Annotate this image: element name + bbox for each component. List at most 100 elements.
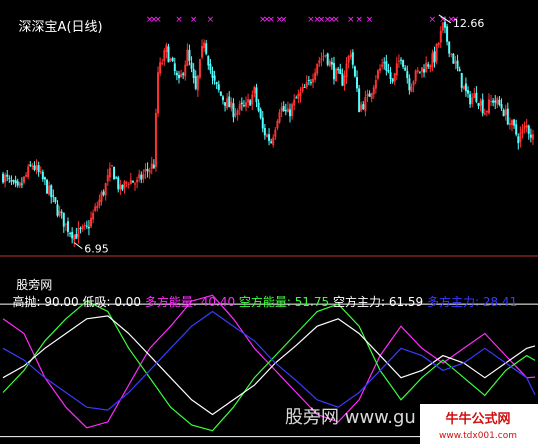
candle-body (240, 102, 243, 105)
signal-marker: × (429, 15, 437, 25)
watermark-center-text: 股旁网 www.gu (285, 407, 416, 428)
legend-long-energy: 多方能量: 40.40 (141, 295, 236, 309)
candle-body (303, 86, 306, 88)
candle-body (425, 62, 428, 73)
candle-body (324, 55, 327, 57)
candle-body (161, 62, 164, 64)
candle-body (37, 165, 40, 173)
candle-body (33, 165, 36, 170)
candle-body (515, 124, 518, 135)
candle-body (257, 102, 260, 111)
watermark-layer: 股旁网 www.gu 牛牛公式网 www.tdx001.com (285, 404, 538, 444)
candle-body (152, 164, 155, 169)
candle-body (75, 234, 78, 239)
candle-body (14, 180, 17, 184)
candle-body (475, 92, 478, 102)
candle-body (136, 179, 139, 183)
long-main-line (2, 310, 536, 411)
candle-body (54, 197, 57, 203)
candle-body (211, 70, 214, 78)
chart-canvas: ××× × × × ××× ×× ×××××× × × × × × ×× 12.66 6.95 股旁网 w… (0, 14, 538, 444)
candle-body (140, 174, 143, 180)
candle-body (221, 96, 224, 101)
candle-body (523, 126, 526, 129)
candle-body (477, 103, 480, 107)
candle-body (134, 183, 136, 185)
candle-body (163, 50, 166, 62)
candle-body (508, 123, 511, 125)
candle-body (326, 53, 329, 65)
candle-body (286, 108, 289, 113)
candle-body (64, 223, 67, 225)
candle-body (316, 63, 319, 74)
candle-body (182, 73, 185, 76)
candle-body (192, 69, 195, 79)
candle-body (66, 221, 69, 232)
candle-body (307, 79, 310, 81)
candle-body (496, 98, 499, 105)
candle-body (395, 63, 398, 76)
candle-body (366, 94, 369, 97)
candle-body (203, 42, 206, 49)
candle-body (173, 63, 176, 72)
candle-body (471, 97, 474, 104)
candle-body (351, 52, 354, 65)
candle-body (167, 46, 170, 63)
candle-body (268, 134, 271, 141)
candle-body (234, 113, 237, 116)
candle-body (58, 210, 61, 216)
stock-name: 深深宝A (18, 20, 67, 35)
candlestick-series (2, 16, 534, 247)
candle-body (284, 109, 287, 112)
candle-body (431, 53, 434, 67)
candle-body (467, 90, 470, 94)
candle-body (412, 81, 415, 86)
candle-body (265, 134, 268, 137)
candle-body (215, 82, 218, 85)
candle-body (456, 60, 459, 69)
candle-body (439, 30, 442, 43)
candle-body (190, 62, 193, 69)
signal-marker: × (207, 15, 215, 25)
candle-body (485, 110, 488, 113)
candle-body (94, 206, 97, 211)
candle-body (165, 44, 168, 53)
candle-body (314, 72, 317, 80)
candle-body (525, 124, 528, 128)
candle-body (502, 110, 505, 117)
candle-body (318, 60, 321, 64)
candle-body (521, 128, 524, 134)
candle-body (10, 180, 13, 182)
candle-body (249, 100, 252, 106)
candle-body (372, 87, 375, 95)
candle-body (205, 43, 208, 54)
candle-body (217, 84, 220, 90)
candle-body (337, 68, 340, 71)
candle-body (490, 100, 493, 102)
candle-body (291, 104, 294, 117)
candle-body (301, 87, 304, 92)
candle-body (12, 180, 15, 182)
candle-body (408, 78, 411, 91)
candle-body (293, 99, 296, 106)
candle-body (146, 168, 149, 171)
candle-body (433, 51, 436, 63)
candle-body (454, 61, 457, 64)
candle-body (404, 67, 407, 71)
candle-body (171, 57, 174, 62)
chart-period: (日线) (66, 20, 103, 35)
candle-body (79, 228, 82, 230)
candle-body (87, 226, 90, 229)
signal-marker: × (175, 15, 183, 25)
candle-body (483, 113, 486, 115)
candle-body (517, 136, 520, 144)
candle-body (177, 74, 180, 79)
candle-body (175, 72, 178, 76)
candle-body (245, 102, 248, 107)
candle-body (238, 104, 241, 110)
candle-body (196, 75, 199, 91)
candle-body (356, 77, 359, 89)
candle-body (62, 212, 65, 227)
candle-body (322, 56, 325, 58)
candle-body (123, 181, 126, 188)
